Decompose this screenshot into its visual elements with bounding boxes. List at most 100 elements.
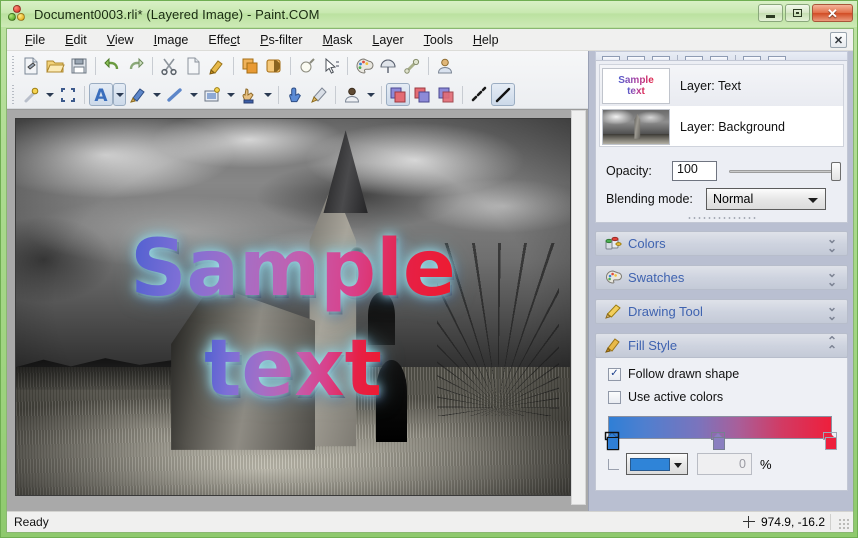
gradient-stop-middle[interactable] bbox=[711, 432, 725, 450]
opacity-slider[interactable] bbox=[729, 162, 841, 181]
stop-color-picker[interactable] bbox=[626, 453, 688, 475]
gradient-stop-start[interactable] bbox=[605, 432, 619, 450]
layer-middle-icon[interactable] bbox=[410, 83, 434, 106]
follow-drawn-shape-checkbox[interactable]: ✓ bbox=[608, 367, 621, 381]
layers-orange-icon[interactable] bbox=[238, 54, 262, 77]
document-area[interactable]: Sample text bbox=[7, 109, 588, 512]
minimize-button[interactable] bbox=[758, 4, 783, 22]
maximize-button[interactable] bbox=[785, 4, 810, 22]
toolbar-grip[interactable] bbox=[10, 55, 17, 76]
artwork-text-line-2: text bbox=[204, 324, 382, 414]
client-area: File Edit View Image Effect Ps-filter Ma… bbox=[6, 28, 854, 533]
stop-position-input[interactable]: 0 bbox=[697, 453, 752, 475]
dashed-line-icon[interactable] bbox=[467, 83, 491, 106]
gradient-stop-end[interactable] bbox=[823, 432, 837, 450]
select-pointer-icon[interactable] bbox=[319, 54, 343, 77]
title-bar[interactable]: Document0003.rli* (Layered Image) - Pain… bbox=[1, 1, 857, 27]
dock-toolbar-strip[interactable] bbox=[595, 51, 848, 60]
paintbrush-icon bbox=[604, 338, 622, 354]
layer-back-icon[interactable] bbox=[434, 83, 458, 106]
opacity-input[interactable]: 100 bbox=[672, 161, 717, 181]
text-tool-dropdown[interactable] bbox=[113, 83, 126, 106]
toolbar-separator bbox=[290, 56, 291, 75]
shape-tool-dropdown[interactable] bbox=[224, 83, 237, 106]
magic-wand-dropdown[interactable] bbox=[43, 83, 56, 106]
coordinates-value: 974.9, -16.2 bbox=[760, 515, 825, 529]
paintbrush-icon[interactable] bbox=[126, 83, 150, 106]
toolbar-tools: A bbox=[7, 80, 588, 109]
toolbar-separator bbox=[462, 85, 463, 104]
canvas-vertical-scrollbar[interactable] bbox=[571, 110, 586, 505]
status-bar: Ready 974.9, -16.2 bbox=[7, 511, 853, 532]
section-swatches[interactable]: Swatches ⌄ ⌄ bbox=[595, 265, 848, 290]
crop-frame-icon[interactable] bbox=[56, 83, 80, 106]
opacity-slider-knob[interactable] bbox=[831, 162, 841, 181]
line-tool-icon[interactable] bbox=[163, 83, 187, 106]
redo-icon[interactable] bbox=[124, 54, 148, 77]
artwork-text-line-1: Sample bbox=[130, 224, 456, 314]
save-disk-icon[interactable] bbox=[67, 54, 91, 77]
layer-front-icon[interactable] bbox=[386, 83, 410, 106]
open-folder-icon[interactable] bbox=[43, 54, 67, 77]
crosshair-icon bbox=[742, 516, 755, 528]
layer-row-text[interactable]: Sample text Layer: Text bbox=[600, 65, 843, 106]
chevron-down-icon: ⌄ ⌄ bbox=[826, 299, 837, 323]
chevron-down-icon bbox=[808, 198, 818, 203]
shape-tool-icon[interactable] bbox=[200, 83, 224, 106]
toolbar-separator bbox=[278, 85, 279, 104]
avatar-tool-icon[interactable] bbox=[340, 83, 364, 106]
eraser-brush-icon[interactable] bbox=[307, 83, 331, 106]
menu-mask[interactable]: Mask bbox=[312, 30, 362, 50]
use-active-colors-label: Use active colors bbox=[628, 390, 724, 404]
blending-mode-select[interactable]: Normal bbox=[706, 188, 826, 210]
section-colors[interactable]: Colors ⌄ ⌄ bbox=[595, 231, 848, 256]
section-fill-style[interactable]: Fill Style ⌃ ⌃ bbox=[595, 333, 848, 358]
menu-effect[interactable]: Effect bbox=[198, 30, 250, 50]
mask-icon[interactable] bbox=[262, 54, 286, 77]
toolbar-separator bbox=[381, 85, 382, 104]
bone-tool-icon[interactable] bbox=[400, 54, 424, 77]
menu-view[interactable]: View bbox=[97, 30, 144, 50]
menu-ps-filter[interactable]: Ps-filter bbox=[250, 30, 312, 50]
close-button[interactable]: ✕ bbox=[812, 4, 853, 22]
fill-style-controls: 0 % bbox=[608, 453, 772, 475]
use-active-colors-row[interactable]: Use active colors bbox=[608, 390, 847, 404]
solid-line-icon[interactable] bbox=[491, 83, 515, 106]
menu-help[interactable]: Help bbox=[463, 30, 509, 50]
menu-layer[interactable]: Layer bbox=[362, 30, 413, 50]
new-document-icon[interactable] bbox=[19, 54, 43, 77]
palette-icon[interactable] bbox=[352, 54, 376, 77]
paintbrush-dropdown[interactable] bbox=[150, 83, 163, 106]
window-title: Document0003.rli* (Layered Image) - Pain… bbox=[34, 6, 320, 22]
follow-drawn-shape-row[interactable]: ✓ Follow drawn shape bbox=[608, 367, 847, 381]
menu-edit[interactable]: Edit bbox=[55, 30, 97, 50]
line-tool-dropdown[interactable] bbox=[187, 83, 200, 106]
swatch-umbrella-icon[interactable] bbox=[376, 54, 400, 77]
copy-icon[interactable] bbox=[181, 54, 205, 77]
menu-image[interactable]: Image bbox=[144, 30, 199, 50]
undo-icon[interactable] bbox=[100, 54, 124, 77]
fill-style-panel: ✓ Follow drawn shape Use active colors 0… bbox=[595, 358, 848, 491]
image-canvas[interactable]: Sample text bbox=[15, 118, 571, 496]
toolbar-grip[interactable] bbox=[10, 84, 17, 105]
panel-resize-grip[interactable] bbox=[686, 216, 757, 220]
magic-wand-icon[interactable] bbox=[19, 83, 43, 106]
cursor-coordinates: 974.9, -16.2 bbox=[742, 515, 825, 529]
text-tool-icon[interactable]: A bbox=[89, 83, 113, 106]
hand-stamp-icon[interactable] bbox=[237, 83, 261, 106]
layer-row-background[interactable]: Layer: Background bbox=[600, 106, 843, 147]
finger-smudge-icon[interactable] bbox=[283, 83, 307, 106]
use-active-colors-checkbox[interactable] bbox=[608, 390, 621, 404]
hand-stamp-dropdown[interactable] bbox=[261, 83, 274, 106]
resize-grip[interactable] bbox=[838, 518, 850, 530]
person-icon[interactable] bbox=[433, 54, 457, 77]
section-drawing-tool[interactable]: Drawing Tool ⌄ ⌄ bbox=[595, 299, 848, 324]
paste-brush-icon[interactable] bbox=[205, 54, 229, 77]
cut-scissors-icon[interactable] bbox=[157, 54, 181, 77]
bulb-icon[interactable] bbox=[295, 54, 319, 77]
close-document-button[interactable]: ✕ bbox=[830, 32, 847, 48]
menu-file[interactable]: File bbox=[15, 30, 55, 50]
avatar-tool-dropdown[interactable] bbox=[364, 83, 377, 106]
layer-list[interactable]: Sample text Layer: Text Layer: Backgroun… bbox=[599, 64, 844, 147]
menu-tools[interactable]: Tools bbox=[414, 30, 463, 50]
